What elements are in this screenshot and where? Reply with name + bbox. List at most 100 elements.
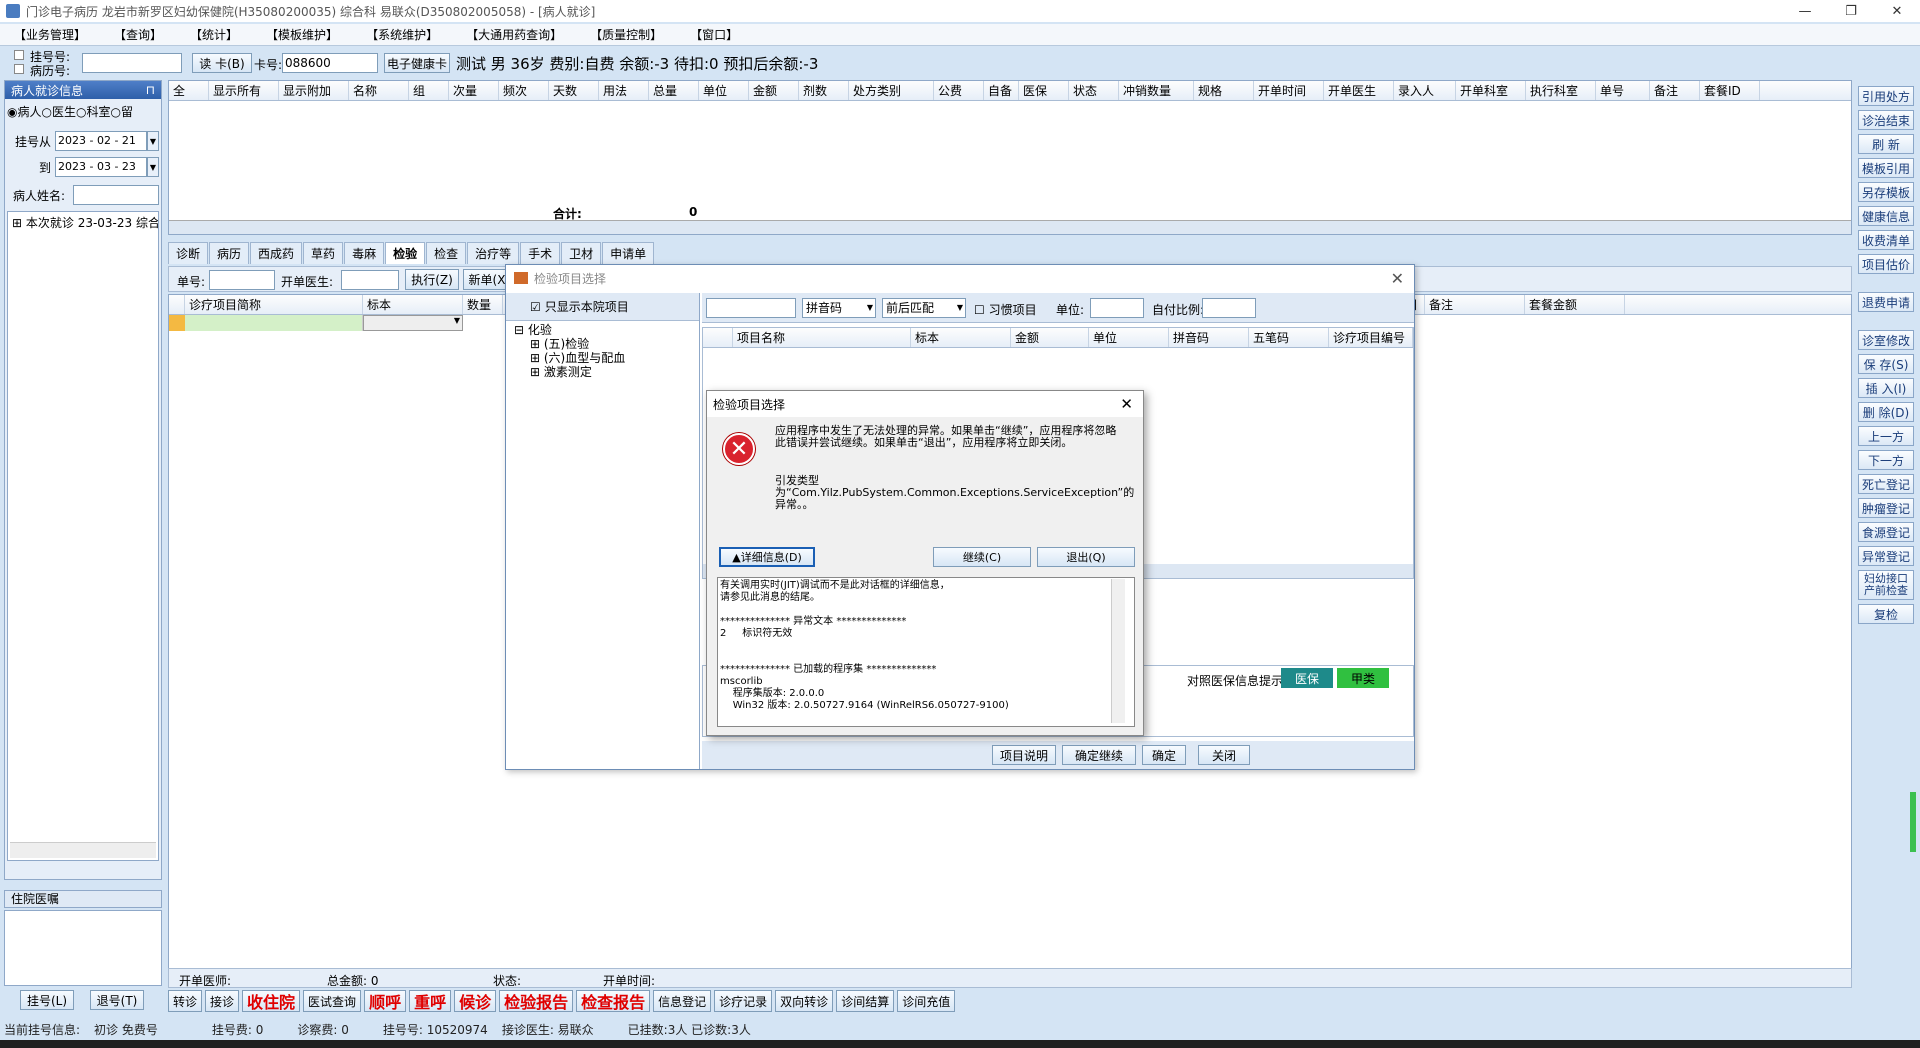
continue-button[interactable]: 继续(C)	[933, 547, 1031, 567]
row-name-cell[interactable]	[185, 315, 363, 331]
tree-item-hormone[interactable]: ⊞ 激素测定	[514, 365, 691, 379]
habit-checkbox[interactable]: ☐ 习惯项目	[974, 301, 1037, 318]
close-button[interactable]: 关闭	[1198, 745, 1250, 765]
right-button-13[interactable]: 上一方	[1858, 426, 1914, 446]
pinyin-dropdown-icon[interactable]: ▼	[867, 299, 873, 317]
tab-6[interactable]: 检查	[426, 242, 467, 264]
order-no-input[interactable]	[209, 270, 275, 290]
bottom-button-0[interactable]: 转诊	[168, 990, 203, 1012]
radio-dept[interactable]: ○科室	[76, 103, 111, 120]
right-button-4[interactable]: 另存模板	[1858, 182, 1914, 202]
tab-2[interactable]: 西成药	[250, 242, 303, 264]
bottom-button-12[interactable]: 诊间结算	[836, 990, 895, 1012]
details-button[interactable]: ▲详细信息(D)	[719, 547, 815, 567]
radio-patient[interactable]: ◉病人	[7, 103, 42, 120]
details-scrollbar[interactable]	[1111, 579, 1125, 723]
tab-5[interactable]: 检验	[385, 242, 426, 264]
right-button-14[interactable]: 下一方	[1858, 450, 1914, 470]
tab-7[interactable]: 治疗等	[467, 242, 520, 264]
error-details-box[interactable]: 有关调用实时(JIT)调试而不是此对话框的详细信息， 请参见此消息的结尾。 ****…	[717, 577, 1135, 727]
register-button[interactable]: 挂号(L)	[20, 990, 74, 1010]
tab-3[interactable]: 草药	[303, 242, 344, 264]
item-info-button[interactable]: 项目说明	[992, 745, 1056, 765]
right-button-8[interactable]: 退费申请	[1858, 292, 1914, 312]
bottom-button-7[interactable]: 检验报告	[499, 990, 574, 1012]
menu-query[interactable]: 【查询】	[110, 26, 166, 43]
right-button-12[interactable]: 删 除(D)	[1858, 402, 1914, 422]
right-button-11[interactable]: 插 入(I)	[1858, 378, 1914, 398]
menu-system[interactable]: 【系统维护】	[362, 26, 442, 43]
bottom-button-1[interactable]: 接诊	[205, 990, 240, 1012]
tree-item-visit[interactable]: ⊞ 本次就诊 23-03-23 综合	[8, 212, 158, 233]
pin-icon[interactable]: ⊓	[146, 83, 155, 97]
tab-4[interactable]: 毒麻	[344, 242, 385, 264]
reg-no-checkbox[interactable]	[14, 50, 24, 60]
tab-0[interactable]: 诊断	[168, 242, 209, 264]
radio-stay[interactable]: ○留	[111, 103, 134, 120]
right-button-10[interactable]: 保 存(S)	[1858, 354, 1914, 374]
right-button-17[interactable]: 食源登记	[1858, 522, 1914, 542]
radio-doctor[interactable]: ○医生	[42, 103, 77, 120]
right-button-18[interactable]: 异常登记	[1858, 546, 1914, 566]
right-button-19[interactable]: 妇幼接口 产前检查	[1858, 570, 1914, 600]
right-button-6[interactable]: 收费清单	[1858, 230, 1914, 250]
ratio-input[interactable]	[1202, 298, 1256, 318]
menu-drug-query[interactable]: 【大通用药查询】	[462, 26, 566, 43]
tab-9[interactable]: 卫材	[561, 242, 602, 264]
search-input[interactable]	[706, 298, 796, 318]
execute-button[interactable]: 执行(Z)	[405, 269, 459, 290]
date-to-dropdown-icon[interactable]: ▼	[147, 157, 159, 177]
only-this-checkbox[interactable]: ☑ 只显示本院项目	[506, 293, 699, 321]
order-doctor-input[interactable]	[341, 270, 399, 290]
bottom-button-8[interactable]: 检查报告	[576, 990, 651, 1012]
right-button-3[interactable]: 模板引用	[1858, 158, 1914, 178]
menu-business[interactable]: 【业务管理】	[10, 26, 90, 43]
patient-name-input[interactable]	[73, 185, 159, 205]
match-dropdown-icon[interactable]: ▼	[957, 299, 963, 317]
unit-input[interactable]	[1090, 298, 1144, 318]
reg-no-input[interactable]	[82, 53, 182, 73]
tab-1[interactable]: 病历	[209, 242, 250, 264]
ehealth-card-button[interactable]: 电子健康卡	[384, 53, 450, 73]
select-dialog-close-icon[interactable]: ✕	[1391, 269, 1404, 288]
bottom-button-9[interactable]: 信息登记	[653, 990, 712, 1012]
quit-button[interactable]: 退出(Q)	[1037, 547, 1135, 567]
new-order-button[interactable]: 新单(X	[463, 269, 511, 290]
menu-template[interactable]: 【模板维护】	[262, 26, 342, 43]
right-button-5[interactable]: 健康信息	[1858, 206, 1914, 226]
right-button-15[interactable]: 死亡登记	[1858, 474, 1914, 494]
close-icon[interactable]: ✕	[1874, 0, 1920, 22]
prescription-scrollbar[interactable]	[169, 220, 1851, 234]
date-from-dropdown-icon[interactable]: ▼	[147, 131, 159, 151]
right-button-16[interactable]: 肿瘤登记	[1858, 498, 1914, 518]
right-button-0[interactable]: 引用处方	[1858, 86, 1914, 106]
tab-8[interactable]: 手术	[520, 242, 561, 264]
menu-stats[interactable]: 【统计】	[186, 26, 242, 43]
tree-item-blood[interactable]: ⊞ (六)血型与配血	[514, 351, 691, 365]
bottom-button-4[interactable]: 顺呼	[364, 990, 407, 1012]
pinyin-select[interactable]: 拼音码 ▼	[802, 298, 876, 318]
bottom-button-3[interactable]: 医试查询	[303, 990, 362, 1012]
minimize-icon[interactable]: —	[1782, 0, 1828, 22]
bottom-button-11[interactable]: 双向转诊	[775, 990, 834, 1012]
tree-scrollbar[interactable]	[10, 842, 156, 858]
cancel-register-button[interactable]: 退号(T)	[90, 990, 144, 1010]
right-button-1[interactable]: 诊治结束	[1858, 110, 1914, 130]
date-from-input[interactable]: 2023 - 02 - 21	[55, 131, 147, 151]
menu-window[interactable]: 【窗口】	[686, 26, 742, 43]
bottom-button-6[interactable]: 候诊	[454, 990, 497, 1012]
bottom-button-2[interactable]: 收住院	[242, 990, 301, 1012]
bottom-button-10[interactable]: 诊疗记录	[714, 990, 773, 1012]
match-select[interactable]: 前后匹配 ▼	[882, 298, 966, 318]
card-no-input[interactable]: 088600	[282, 53, 378, 73]
confirm-continue-button[interactable]: 确定继续	[1062, 745, 1136, 765]
row-specimen-dropdown[interactable]: ▼	[363, 315, 463, 331]
record-no-checkbox[interactable]	[14, 64, 24, 74]
right-button-20[interactable]: 复检	[1858, 604, 1914, 624]
tab-10[interactable]: 申请单	[602, 242, 655, 264]
tree-item-exam[interactable]: ⊞ (五)检验	[514, 337, 691, 351]
bottom-button-13[interactable]: 诊间充值	[897, 990, 956, 1012]
confirm-button[interactable]: 确定	[1142, 745, 1186, 765]
read-card-button[interactable]: 读 卡(B)	[192, 53, 252, 73]
tree-root[interactable]: ⊟ 化验	[514, 323, 691, 337]
